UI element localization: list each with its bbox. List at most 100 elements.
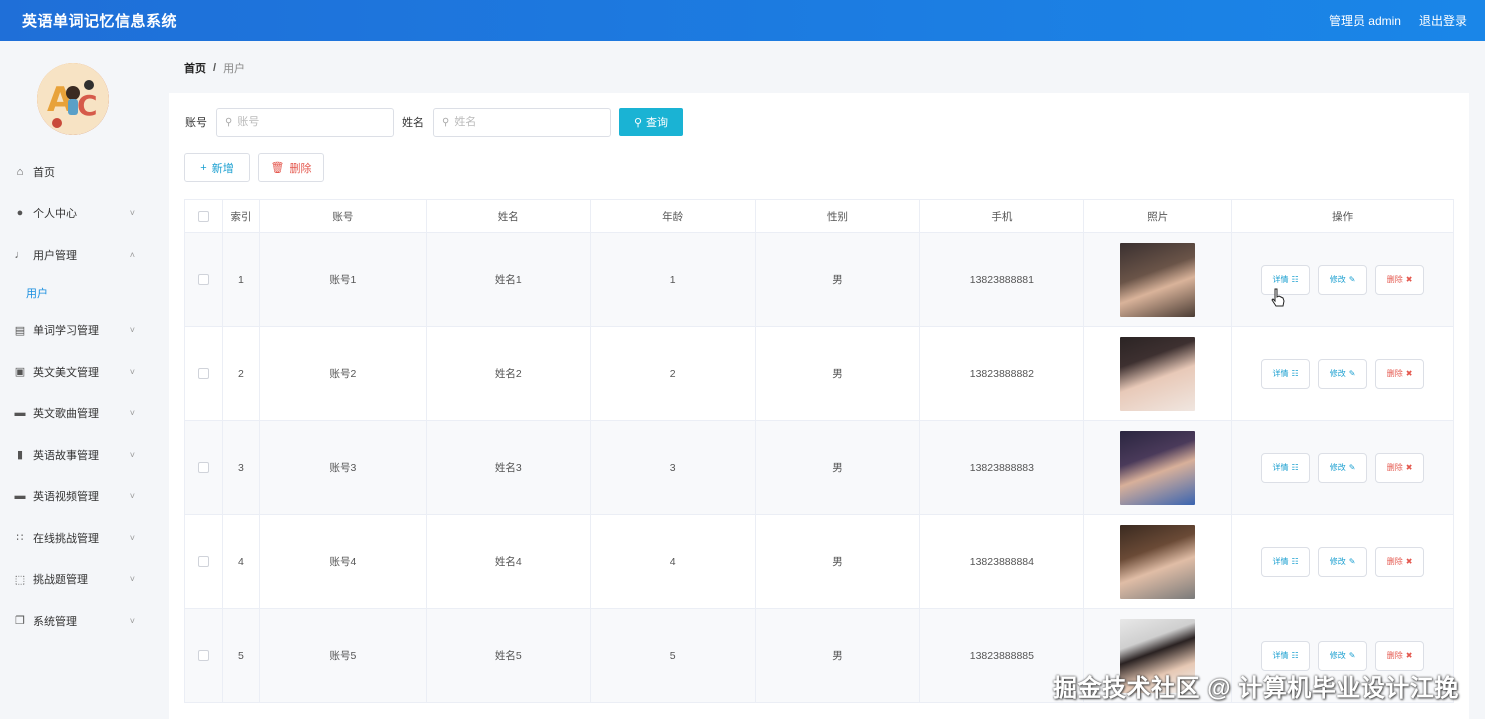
breadcrumb-separator: /	[213, 62, 217, 74]
search-bar: 账号 ⚲ 姓名 ⚲ ⚲ 查询	[185, 107, 683, 137]
remove-button[interactable]: 删除 ✖	[1375, 452, 1425, 483]
account-search-input[interactable]	[237, 116, 378, 128]
query-button[interactable]: ⚲ 查询	[619, 108, 683, 136]
cell-photo	[1084, 327, 1233, 420]
detail-button[interactable]: 详情 ☷	[1261, 640, 1311, 671]
breadcrumb-home[interactable]: 首页	[184, 60, 206, 76]
edit-button-label: 修改	[1329, 463, 1346, 472]
sidebar-item[interactable]: ❐ 系统管理 ˅	[0, 600, 153, 642]
row-checkbox[interactable]	[197, 556, 209, 567]
sidebar: A C ⌂ 首页 ● 个人中心 ˅ ♩ 用户管理 ˄ 用户 ▤ 单词学习管理 ˅ ▣ 英文美文管理 ˅ ▬ 英文…	[0, 41, 153, 719]
edit-icon: ✎	[1348, 651, 1356, 660]
sidebar-item[interactable]: ● 个人中心 ˅	[0, 193, 153, 235]
admin-user-label[interactable]: 管理员 admin	[1329, 12, 1401, 29]
sidebar-item[interactable]: ∷ 在线挑战管理 ˅	[0, 517, 153, 559]
breadcrumb: 首页 / 用户	[184, 60, 245, 76]
sidebar-item-label: 单词学习管理	[33, 325, 99, 338]
sidebar-item[interactable]: ▤ 单词学习管理 ˅	[0, 310, 153, 352]
document-icon: ☷	[1291, 369, 1299, 378]
table-row: 3 账号3 姓名3 3 男 13823888883 详情 ☷ 修改 ✎ 删除 ✖	[185, 421, 1455, 515]
watermark: 掘金技术社区 @ 计算机毕业设计江挽	[1053, 675, 1459, 702]
cell-index: 4	[223, 515, 260, 608]
avatar-illustration-icon: A C	[37, 63, 109, 135]
add-button[interactable]: + 新增	[184, 153, 250, 182]
cell-phone: 13823888881	[920, 233, 1085, 326]
header-phone: 手机	[920, 200, 1085, 232]
message-icon: ▬	[14, 490, 26, 503]
sidebar-item-label: 英语故事管理	[33, 449, 99, 462]
delete-button[interactable]: 🗑 删除	[258, 153, 324, 182]
logout-link[interactable]: 退出登录	[1419, 12, 1467, 29]
row-checkbox-cell	[185, 609, 223, 702]
remove-button[interactable]: 删除 ✖	[1375, 264, 1425, 295]
cell-photo	[1084, 421, 1233, 514]
cell-phone: 13823888884	[920, 515, 1085, 608]
edit-button[interactable]: 修改 ✎	[1318, 358, 1368, 389]
sidebar-item[interactable]: ▬ 英语视频管理 ˅	[0, 476, 153, 518]
remove-button-label: 删除	[1386, 557, 1403, 566]
cell-account: 账号4	[260, 515, 427, 608]
sidebar-item[interactable]: ♩ 用户管理 ˄	[0, 234, 153, 276]
sidebar-item[interactable]: ▬ 英文歌曲管理 ˅	[0, 393, 153, 435]
hand-cursor-icon	[1271, 288, 1285, 307]
row-checkbox[interactable]	[197, 650, 209, 661]
edit-icon: ✎	[1348, 557, 1356, 566]
detail-button-label: 详情	[1272, 463, 1289, 472]
remove-button[interactable]: 删除 ✖	[1375, 358, 1425, 389]
cell-index: 3	[223, 421, 260, 514]
user-photo[interactable]	[1120, 336, 1196, 411]
home-icon: ⌂	[16, 165, 24, 178]
delete-button-label: 删除	[289, 162, 312, 175]
row-checkbox-cell	[185, 233, 223, 326]
sidebar-item[interactable]: ▮ 英语故事管理 ˅	[0, 434, 153, 476]
grid-icon: ∷	[16, 532, 24, 545]
chevron-down-icon: ˅	[129, 574, 135, 585]
remove-button[interactable]: 删除 ✖	[1375, 640, 1425, 671]
edit-button[interactable]: 修改 ✎	[1318, 546, 1368, 577]
sidebar-item-label: 英语视频管理	[33, 491, 99, 504]
cell-gender: 男	[756, 609, 921, 702]
cell-account: 账号2	[260, 327, 427, 420]
cell-name: 姓名5	[427, 609, 591, 702]
sidebar-item-label: 用户管理	[33, 249, 77, 262]
row-checkbox-cell	[185, 421, 223, 514]
row-checkbox[interactable]	[197, 462, 209, 473]
user-photo[interactable]	[1120, 524, 1196, 599]
select-all-checkbox[interactable]	[197, 210, 209, 222]
row-checkbox[interactable]	[197, 368, 209, 379]
sidebar-item[interactable]: ⌂ 首页	[0, 151, 153, 193]
detail-button[interactable]: 详情 ☷	[1261, 546, 1311, 577]
action-bar: + 新增 🗑 删除	[184, 153, 324, 182]
detail-button[interactable]: 详情 ☷	[1261, 452, 1311, 483]
document-icon: ☷	[1291, 557, 1299, 566]
row-checkbox[interactable]	[197, 274, 209, 285]
cell-photo	[1084, 233, 1233, 326]
name-search-input[interactable]	[454, 116, 595, 128]
edit-button[interactable]: 修改 ✎	[1318, 640, 1368, 671]
mic-icon: ♩	[14, 248, 26, 261]
user-photo[interactable]	[1120, 242, 1196, 317]
account-search-box[interactable]: ⚲	[216, 107, 394, 137]
remove-button-label: 删除	[1386, 275, 1403, 284]
app-title: 英语单词记忆信息系统	[22, 13, 178, 30]
sidebar-subitem-user[interactable]: 用户	[0, 276, 153, 310]
trash-icon: ✖	[1405, 369, 1413, 378]
name-search-box[interactable]: ⚲	[433, 107, 611, 137]
header-age: 年龄	[591, 200, 756, 232]
trash-icon: ✖	[1405, 557, 1413, 566]
remove-button[interactable]: 删除 ✖	[1375, 546, 1425, 577]
cell-phone: 13823888882	[920, 327, 1085, 420]
user-photo[interactable]	[1120, 430, 1196, 505]
detail-button-label: 详情	[1272, 651, 1289, 660]
sidebar-item[interactable]: ▣ 英文美文管理 ˅	[0, 351, 153, 393]
sidebar-item[interactable]: ⬚ 挑战题管理 ˅	[0, 559, 153, 601]
edit-icon: ✎	[1348, 369, 1356, 378]
detail-button-label: 详情	[1272, 557, 1289, 566]
edit-button[interactable]: 修改 ✎	[1318, 452, 1368, 483]
document-icon: ☷	[1291, 651, 1299, 660]
edit-button[interactable]: 修改 ✎	[1318, 264, 1368, 295]
briefcase-icon: ▤	[14, 324, 26, 337]
header-operations: 操作	[1232, 200, 1455, 232]
trash-icon: ✖	[1405, 651, 1413, 660]
detail-button[interactable]: 详情 ☷	[1261, 358, 1311, 389]
